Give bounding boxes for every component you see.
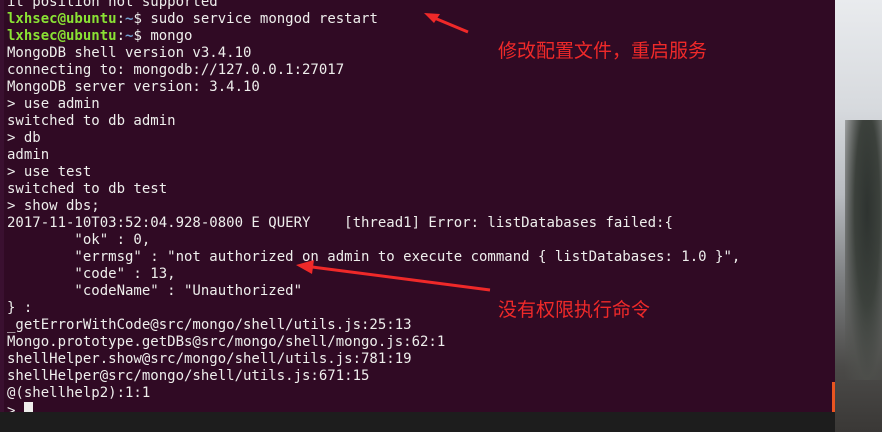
terminal-window[interactable]: it position not supported lxhsec@ubuntu:… xyxy=(0,0,835,412)
terminal-line: lxhsec@ubuntu:~$ sudo service mongod res… xyxy=(7,11,378,27)
terminal-input-line[interactable]: > xyxy=(7,402,740,412)
terminal-line: > show dbs; xyxy=(7,198,100,214)
prompt-user: lxhsec@ubuntu xyxy=(7,28,117,44)
annotation-restart-note: 修改配置文件，重启服务 xyxy=(498,40,708,62)
terminal-line: > use test xyxy=(7,164,92,180)
scrollbar-thumb[interactable] xyxy=(832,382,835,412)
terminal-line: shellHelper@src/mongo/shell/utils.js:671… xyxy=(7,368,370,384)
terminal-line: connecting to: mongodb://127.0.0.1:27017 xyxy=(7,62,345,78)
prompt-user: lxhsec@ubuntu xyxy=(7,11,117,27)
terminal-line: admin xyxy=(7,147,50,163)
text-cursor xyxy=(23,402,33,412)
annotation-arrow-icon xyxy=(296,260,491,292)
terminal-line: Mongo.prototype.getDBs@src/mongo/shell/m… xyxy=(7,334,446,350)
terminal-line: @(shellhelp2):1:1 xyxy=(7,385,151,401)
terminal-line: switched to db test xyxy=(7,181,168,197)
command-text: mongo xyxy=(150,28,193,44)
command-text: sudo service mongod restart xyxy=(150,11,378,27)
terminal-line: shellHelper.show@src/mongo/shell/utils.j… xyxy=(7,351,412,367)
terminal-line: switched to db admin xyxy=(7,113,176,129)
window-bottom-border xyxy=(0,412,835,432)
desktop-tree-silhouette xyxy=(845,120,882,380)
terminal-line: MongoDB server version: 3.4.10 xyxy=(7,79,260,95)
annotation-unauthorized-note: 没有权限执行命令 xyxy=(498,299,651,321)
terminal-line: > use admin xyxy=(7,96,100,112)
terminal-line: it position not supported xyxy=(7,0,218,10)
annotation-arrow-icon xyxy=(424,13,469,34)
terminal-line: 2017-11-10T03:52:04.928-0800 E QUERY [th… xyxy=(7,215,673,231)
terminal-line: "ok" : 0, xyxy=(7,232,151,248)
terminal-line: > db xyxy=(7,130,41,146)
terminal-left-edge xyxy=(0,0,4,412)
